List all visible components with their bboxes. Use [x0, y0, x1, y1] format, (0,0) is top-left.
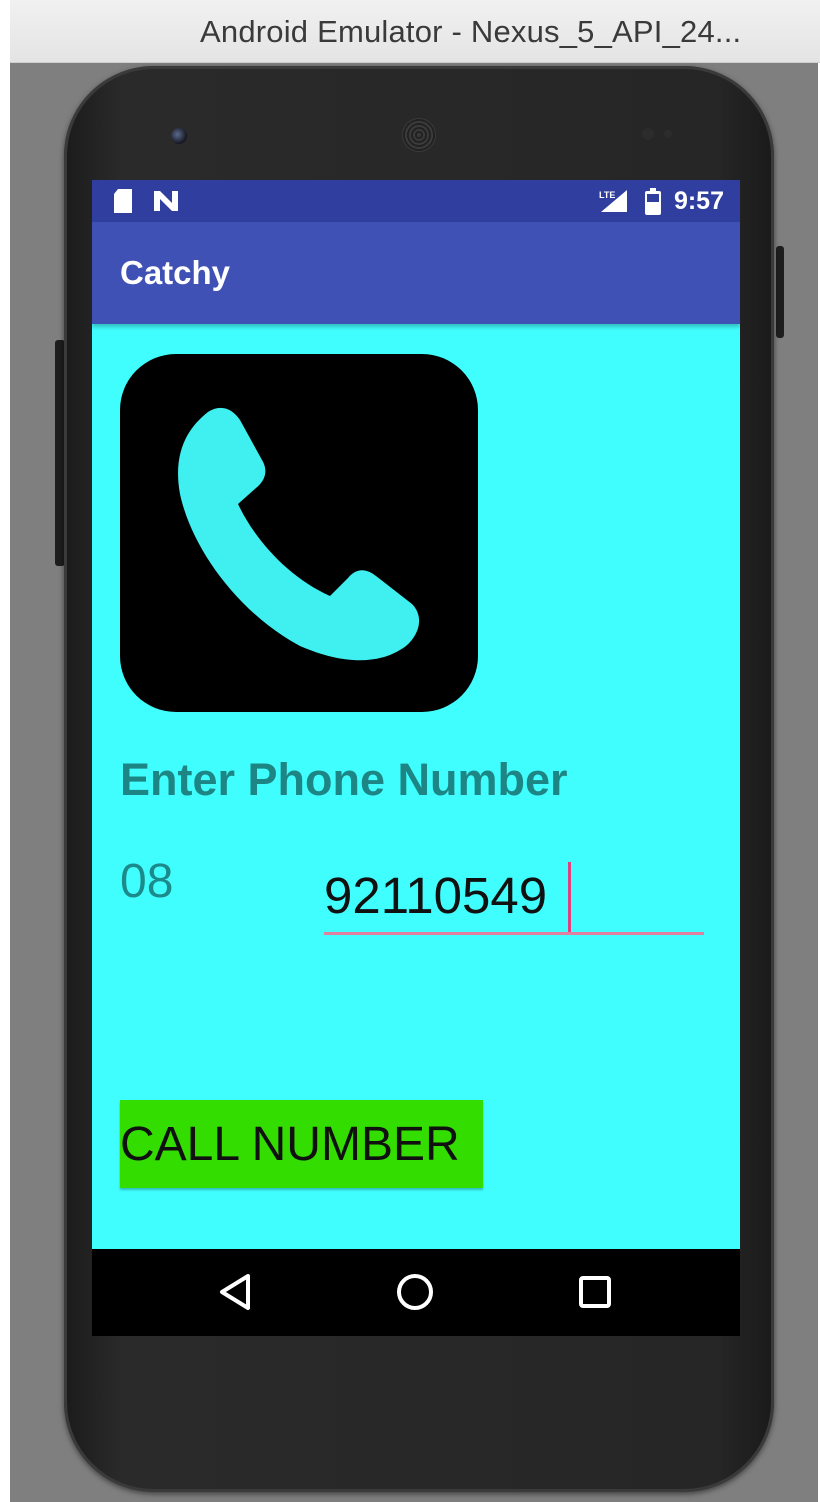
home-icon [397, 1274, 433, 1310]
status-time: 9:57 [673, 187, 724, 215]
phone-handset-icon [178, 407, 420, 661]
lte-signal-icon: LTE [599, 190, 627, 212]
emulator-title-bar[interactable]: Android Emulator - Nexus_5_API_24... [10, 0, 820, 63]
back-icon [220, 1274, 250, 1310]
emulator-window: Android Emulator - Nexus_5_API_24... LTE [0, 0, 820, 1502]
home-button[interactable] [390, 1269, 440, 1315]
recents-icon [579, 1276, 611, 1308]
page-heading: Enter Phone Number [120, 754, 568, 805]
sensor-icon [664, 130, 672, 138]
navigation-bar [92, 1249, 740, 1336]
earpiece-speaker-icon [402, 118, 436, 152]
sd-card-icon [114, 189, 132, 213]
power-button[interactable] [776, 246, 784, 338]
svg-text:LTE: LTE [599, 190, 615, 200]
app-title: Catchy [120, 254, 231, 291]
sensor-icon [642, 128, 654, 140]
phone-image [120, 354, 478, 712]
back-button[interactable] [210, 1269, 260, 1315]
n-notification-icon [154, 191, 178, 211]
text-cursor [568, 862, 571, 932]
recents-button[interactable] [570, 1269, 620, 1315]
call-number-button[interactable]: CALL NUMBER [120, 1100, 483, 1188]
front-camera-icon [171, 128, 187, 144]
window-title: Android Emulator - Nexus_5_API_24... [200, 14, 742, 49]
phone-prefix: 08 [120, 855, 174, 908]
device-screen: LTE 9:57 Catchy Enter Phone Number 08 92… [92, 180, 740, 1336]
app-bar: Catchy [92, 222, 740, 324]
main-content: Enter Phone Number 08 CALL NUMBER [92, 324, 740, 1249]
battery-icon [645, 188, 661, 215]
status-bar: LTE 9:57 [92, 180, 740, 222]
phone-number-input[interactable] [324, 858, 704, 935]
